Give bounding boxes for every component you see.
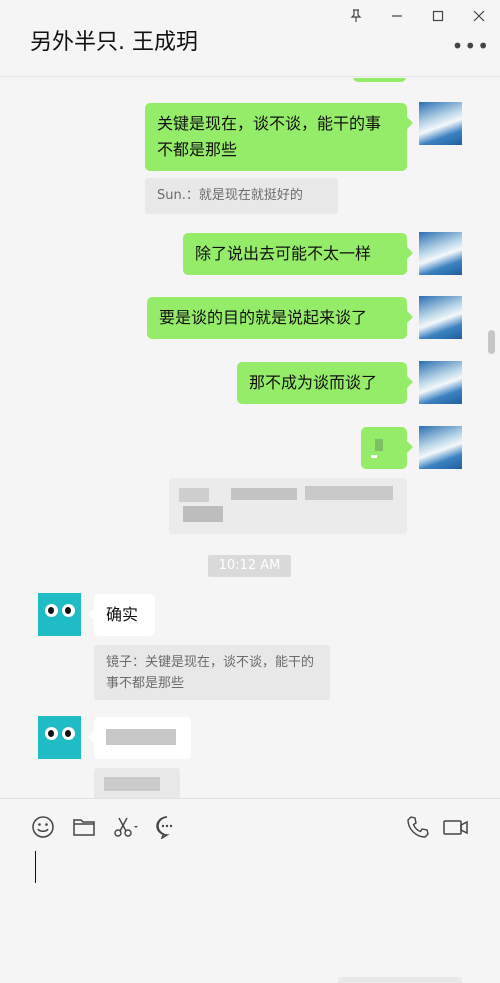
blur-block [375,439,383,451]
phone-icon[interactable] [406,815,430,839]
minimize-icon[interactable] [386,5,408,27]
message-bubble-self[interactable]: 关键是现在，谈不谈，能干的事不都是那些 [145,103,413,171]
title-bar: 另外半只. 王成玥 ••• [0,0,500,77]
message-bubble-self[interactable]: 要是谈的目的就是说起来谈了 [147,297,413,339]
contact-avatar[interactable] [38,716,81,759]
self-avatar[interactable] [419,102,462,145]
blur-block [106,729,176,745]
send-button-edge[interactable] [338,977,462,983]
quoted-reply[interactable]: 镜子：关键是现在，谈不谈，能干的事不都是那些 [94,645,330,700]
self-avatar[interactable] [419,232,462,275]
eye [62,727,75,740]
folder-icon[interactable] [72,815,96,839]
blurred-message-self[interactable] [361,427,413,469]
emoji-icon[interactable] [31,815,55,839]
blurred-quote[interactable] [94,768,180,798]
blur-block [104,777,160,791]
self-avatar[interactable] [419,426,462,469]
blurred-message-other[interactable] [88,717,191,759]
maximize-icon[interactable] [427,5,449,27]
eye [62,604,75,617]
message-bubble-other[interactable]: 确实 [88,594,155,636]
self-avatar[interactable] [419,296,462,339]
timestamp: 10:12 AM [208,555,291,577]
chat-bubble-icon[interactable] [155,815,179,840]
message-list[interactable]: 关键是现在，谈不谈，能干的事不都是那些 Sun.：就是现在就挺好的 除了说出去可… [0,78,500,798]
close-icon[interactable] [468,5,490,27]
pin-icon[interactable] [345,5,367,27]
clipped-message [353,78,406,82]
scrollbar[interactable] [488,330,495,354]
chat-title: 另外半只. 王成玥 [30,30,198,55]
message-bubble-self[interactable]: 那不成为谈而谈了 [237,362,413,404]
blur-block [183,506,223,522]
eye [45,727,58,740]
blurred-quote[interactable] [169,478,407,534]
more-icon[interactable]: ••• [452,36,490,56]
eye [45,604,58,617]
contact-avatar[interactable] [38,593,81,636]
scissors-icon[interactable] [112,815,140,839]
input-area[interactable] [0,798,500,983]
blur-block [179,488,209,502]
blur-block [231,488,297,500]
video-icon[interactable] [442,815,470,839]
blur-block [305,486,393,500]
self-avatar[interactable] [419,361,462,404]
text-input-caret[interactable] [35,851,36,883]
quoted-reply[interactable]: Sun.：就是现在就挺好的 [145,178,338,214]
message-bubble-self[interactable]: 除了说出去可能不太一样 [183,233,413,275]
blur-block [371,455,377,458]
